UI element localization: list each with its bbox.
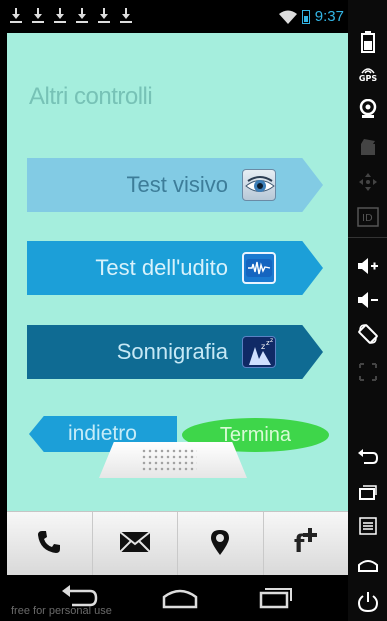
download-icon — [98, 6, 110, 24]
audio-wave-icon — [242, 252, 276, 284]
wifi-icon — [278, 10, 297, 24]
battery-icon — [301, 9, 310, 24]
navigation-bar: free for personal use — [0, 575, 348, 621]
sidebar-divider — [348, 237, 387, 238]
power-icon[interactable] — [356, 590, 380, 614]
sonnigrafia-label: Sonnigrafia — [116, 339, 228, 364]
watermark-text: free for personal use — [11, 605, 112, 617]
download-icon — [32, 6, 44, 24]
home-control-icon[interactable] — [356, 552, 380, 576]
location-pin-icon — [209, 528, 231, 560]
volume-up-icon[interactable] — [356, 254, 380, 278]
status-time: 9:37 — [314, 8, 344, 25]
grid-dots-icon — [141, 448, 197, 472]
location-button[interactable] — [178, 512, 264, 575]
quick-action-bar: f — [7, 511, 348, 575]
dpad-control-icon[interactable] — [356, 170, 380, 194]
mail-button[interactable] — [93, 512, 178, 575]
svg-text:z: z — [270, 337, 273, 344]
battery-control-icon[interactable] — [356, 30, 380, 54]
phone-button[interactable] — [7, 512, 93, 575]
menu-control-icon[interactable] — [356, 514, 380, 538]
test-visivo-label: Test visivo — [126, 172, 228, 197]
device-id-control-icon[interactable]: ID — [356, 205, 380, 229]
rotate-screen-icon[interactable] — [356, 322, 380, 346]
test-udito-label: Test dell'udito — [95, 255, 228, 280]
svg-text:ID: ID — [362, 213, 373, 224]
eye-icon — [242, 169, 276, 201]
svg-text:z: z — [261, 342, 265, 351]
volume-down-icon[interactable] — [356, 288, 380, 312]
gps-control-icon[interactable]: GPS — [356, 62, 380, 86]
media-control-icon[interactable] — [356, 135, 380, 159]
recent-apps-control-icon[interactable] — [356, 480, 380, 504]
sonnigrafia-button[interactable]: Sonnigrafia z z z — [27, 325, 323, 379]
test-udito-button[interactable]: Test dell'udito — [27, 241, 323, 295]
scale-control-icon[interactable] — [356, 360, 380, 384]
status-right: 9:37 — [278, 8, 344, 25]
sleep-icon: z z z — [242, 336, 276, 368]
emulator-sidebar: GPS ID — [348, 0, 387, 621]
status-bar: 9:37 — [0, 0, 348, 33]
notification-icons — [10, 6, 132, 24]
facebook-add-icon: f — [294, 527, 318, 558]
main-screen: Altri controlli Test visivo Test dell'ud… — [7, 33, 348, 511]
download-icon — [120, 6, 132, 24]
download-icon — [54, 6, 66, 24]
download-icon — [76, 6, 88, 24]
test-visivo-button[interactable]: Test visivo — [27, 158, 323, 212]
download-icon — [10, 6, 22, 24]
mail-icon — [119, 530, 151, 557]
facebook-button[interactable]: f — [264, 512, 349, 575]
home-nav-icon[interactable] — [160, 585, 200, 613]
page-title: Altri controlli — [29, 83, 153, 110]
camera-control-icon[interactable] — [356, 97, 380, 121]
recent-apps-nav-icon[interactable] — [257, 585, 293, 613]
phone-icon — [36, 529, 62, 559]
back-control-icon[interactable] — [356, 445, 380, 469]
